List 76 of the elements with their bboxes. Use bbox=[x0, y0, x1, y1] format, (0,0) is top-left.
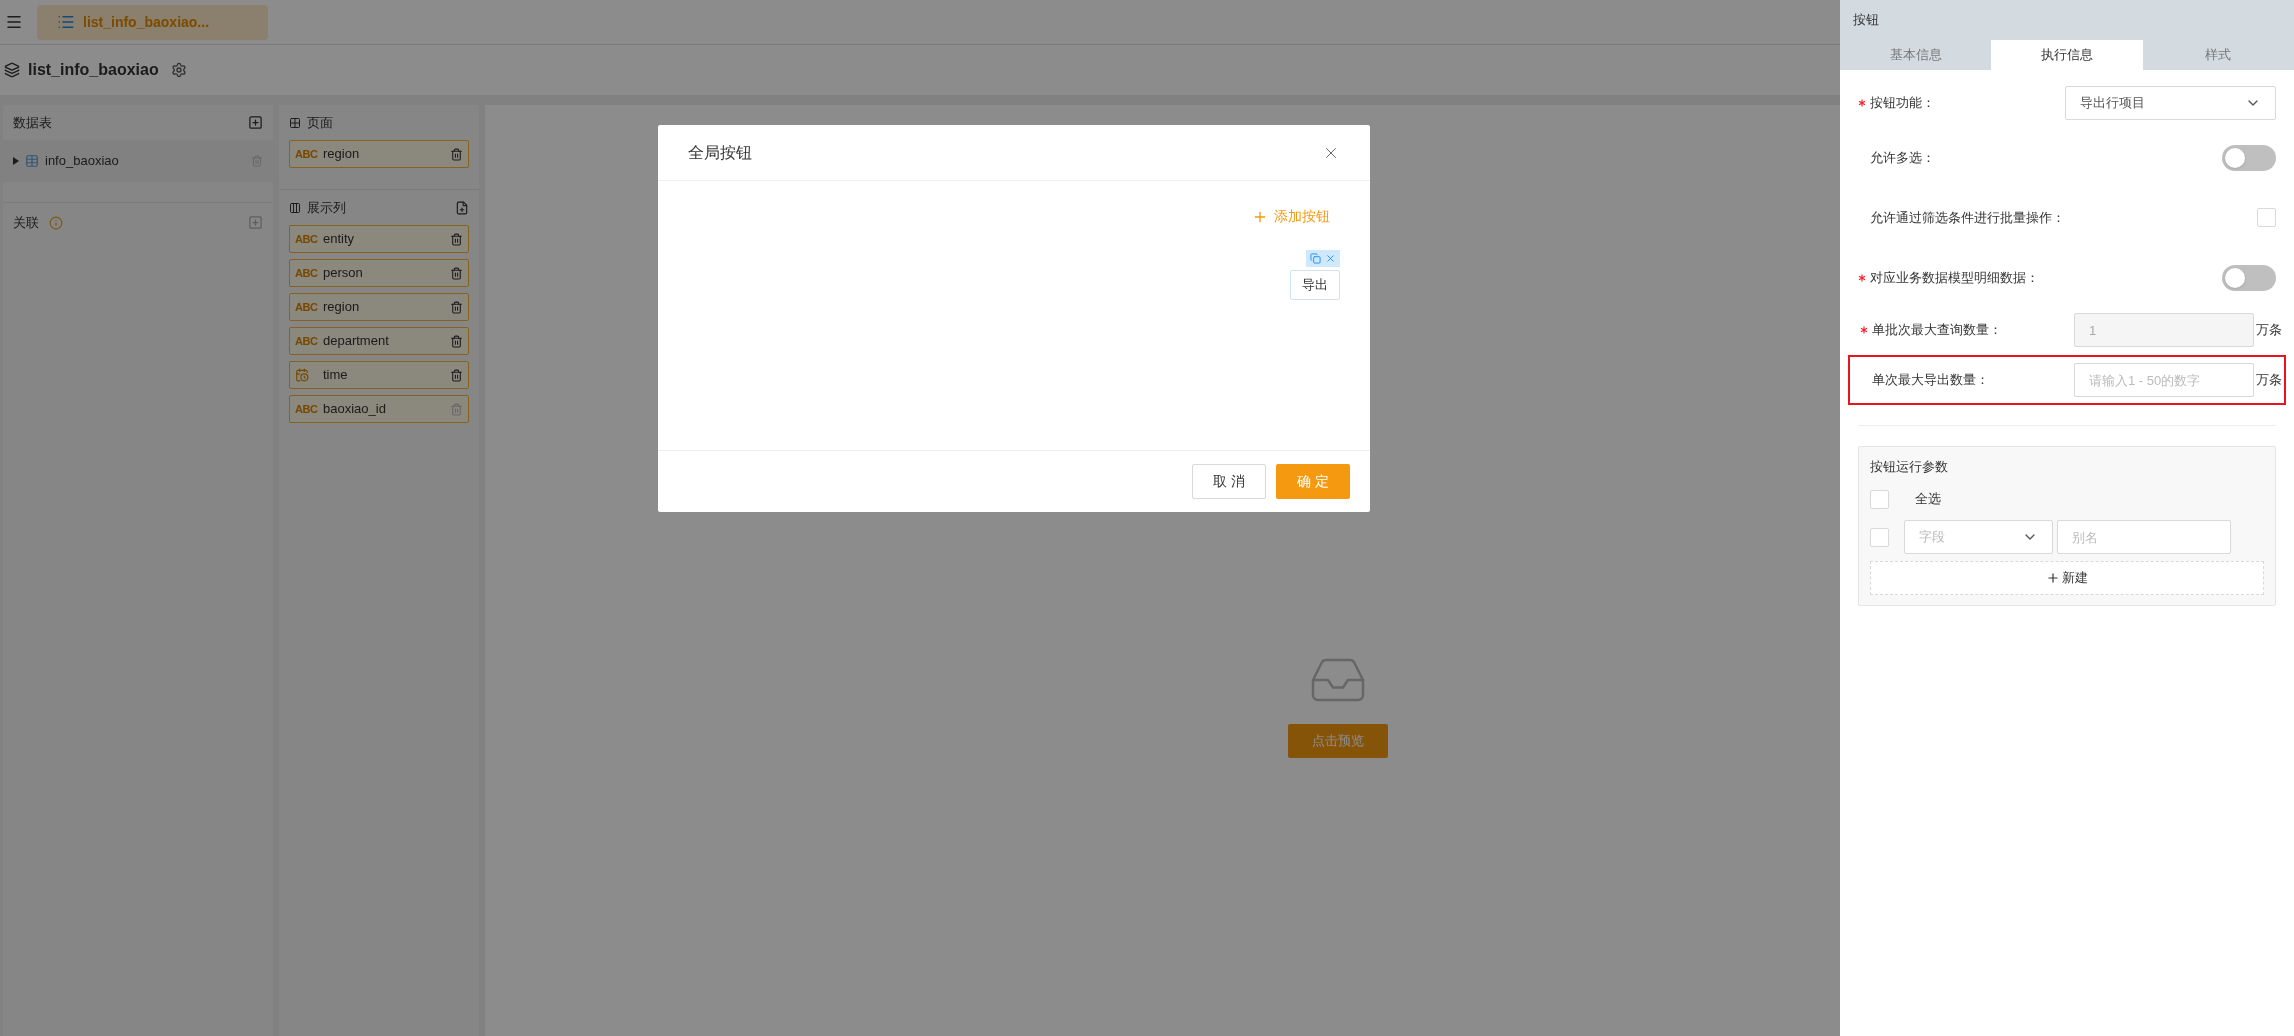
drawer-title: 按钮 bbox=[1853, 11, 1879, 30]
section-title: 展示列 bbox=[307, 198, 347, 217]
delete-icon[interactable] bbox=[450, 232, 463, 246]
field-label: 允许多选： bbox=[1870, 148, 1936, 167]
columns-icon bbox=[289, 201, 301, 214]
settings-icon[interactable] bbox=[170, 62, 187, 78]
field-label: 允许通过筛选条件进行批量操作 bbox=[1870, 208, 2052, 227]
function-select[interactable]: 导出行项目 bbox=[2065, 85, 2276, 120]
field-name: entity bbox=[323, 230, 356, 249]
text-type-label: ABC bbox=[295, 333, 319, 349]
field-name: baoxiao_id bbox=[323, 400, 387, 419]
layers-icon bbox=[4, 62, 20, 78]
table-name: info_baoxiao bbox=[45, 152, 120, 171]
field-item[interactable]: ABC department bbox=[289, 327, 469, 355]
params-title: 按钮运行参数 bbox=[1870, 458, 1949, 476]
add-icon[interactable] bbox=[248, 115, 263, 130]
text-type-label: ABC bbox=[295, 146, 319, 162]
text-type-label: ABC bbox=[295, 231, 319, 247]
text-type-label: ABC bbox=[295, 401, 319, 417]
table-icon bbox=[25, 154, 39, 168]
field-label: 单批次最大查询数量： bbox=[1872, 321, 2003, 340]
field-item[interactable]: ABC entity bbox=[289, 225, 469, 253]
panel-title: 数据表 bbox=[13, 113, 52, 132]
property-tab[interactable]: 样式 bbox=[2142, 40, 2294, 70]
plus-icon bbox=[2046, 571, 2060, 585]
text-type-label: ABC bbox=[295, 299, 319, 315]
delete-icon[interactable] bbox=[450, 368, 463, 382]
field-item[interactable]: ABC region bbox=[289, 293, 469, 321]
checkbox[interactable] bbox=[1870, 527, 1889, 547]
field-item[interactable]: time bbox=[289, 361, 469, 389]
select-placeholder: 字段 bbox=[1919, 528, 1945, 547]
panel-title: 关联 bbox=[13, 213, 39, 232]
menu-icon[interactable] bbox=[5, 13, 23, 31]
dialog-title: 全局按钮 bbox=[688, 142, 752, 163]
field-label: 单次最大导出数量： bbox=[1872, 371, 1990, 390]
property-tab[interactable]: 执行信息 bbox=[1991, 40, 2143, 70]
section-title: 页面 bbox=[307, 113, 333, 132]
field-item[interactable]: ABC region bbox=[289, 140, 469, 168]
field-name: time bbox=[323, 366, 349, 385]
label-colon: ： bbox=[2052, 208, 2066, 227]
field-name: person bbox=[323, 264, 364, 283]
toggle-switch[interactable] bbox=[2222, 264, 2276, 291]
new-button[interactable]: 新建 bbox=[1870, 561, 2264, 595]
number-field[interactable]: 请输入1 - 50的数字 bbox=[2074, 363, 2254, 397]
delete-icon[interactable] bbox=[450, 334, 463, 348]
calendar-clock-icon bbox=[295, 368, 309, 382]
checkbox[interactable] bbox=[2257, 208, 2276, 227]
expand-caret-icon[interactable] bbox=[13, 157, 19, 165]
alias-field[interactable]: 别名 bbox=[2057, 520, 2231, 554]
checkbox[interactable] bbox=[1870, 489, 1889, 509]
page-title: list_info_baoxiao bbox=[28, 60, 159, 80]
text-type-label: ABC bbox=[295, 265, 319, 281]
delete-icon[interactable] bbox=[450, 147, 463, 161]
delete-icon[interactable] bbox=[450, 266, 463, 280]
field-label: 按钮功能： bbox=[1870, 93, 1936, 112]
field-item[interactable]: ABC baoxiao_id bbox=[289, 395, 469, 423]
unit-label: 万条 bbox=[2256, 321, 2282, 340]
list-icon bbox=[57, 13, 75, 31]
field-item[interactable]: ABC person bbox=[289, 259, 469, 287]
select-value: 导出行项目 bbox=[2080, 93, 2145, 112]
property-tab[interactable]: 基本信息 bbox=[1840, 40, 1992, 70]
tab-label: list_info_baoxiao... bbox=[83, 12, 210, 32]
unit-label: 万条 bbox=[2256, 371, 2282, 390]
remove-icon[interactable] bbox=[1325, 253, 1336, 264]
toggle-switch[interactable] bbox=[2222, 144, 2276, 171]
field-label: 对应业务数据模型明细数据： bbox=[1870, 268, 2040, 287]
grid-icon bbox=[289, 116, 301, 129]
select-all-label: 全选 bbox=[1915, 490, 1941, 509]
cancel-button[interactable]: 取 消 bbox=[1192, 464, 1266, 499]
field-name: department bbox=[323, 332, 390, 351]
field-name: region bbox=[323, 298, 361, 317]
add-column-icon[interactable] bbox=[455, 200, 469, 215]
table-item[interactable]: info_baoxiao bbox=[3, 140, 273, 182]
export-button[interactable]: 导出 bbox=[1290, 270, 1340, 300]
delete-icon[interactable] bbox=[450, 300, 463, 314]
field-name: region bbox=[323, 145, 361, 164]
